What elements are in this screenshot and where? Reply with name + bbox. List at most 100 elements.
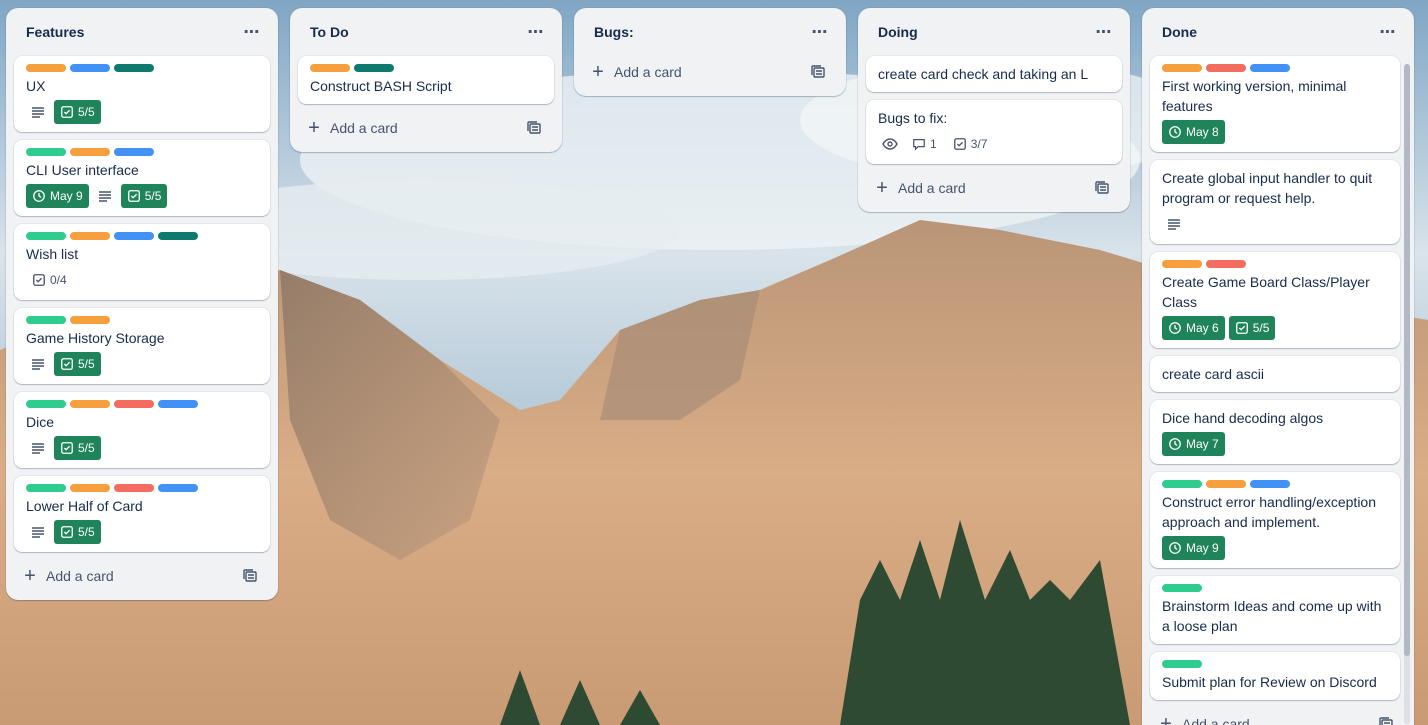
card-title: Construct error handling/exception appro… <box>1162 494 1377 530</box>
label-darkteal[interactable] <box>114 64 154 72</box>
template-icon[interactable] <box>522 116 546 140</box>
label-orange[interactable] <box>1206 480 1246 488</box>
description-icon <box>26 436 50 460</box>
label-blue[interactable] <box>114 232 154 240</box>
list-title[interactable]: Bugs: <box>594 24 634 40</box>
comments-count: 1 <box>930 137 937 151</box>
template-icon[interactable] <box>238 564 262 588</box>
label-green[interactable] <box>1162 584 1202 592</box>
label-darkteal[interactable] <box>354 64 394 72</box>
card-badges: May 7 <box>1162 432 1388 456</box>
card[interactable]: Construct error handling/exception appro… <box>1150 472 1400 568</box>
card[interactable]: Create Game Board Class/Player Class May … <box>1150 252 1400 348</box>
list-scrollbar[interactable] <box>1404 64 1410 724</box>
card-title: Wish list <box>26 246 79 262</box>
label-green[interactable] <box>26 232 66 240</box>
label-orange[interactable] <box>70 484 110 492</box>
card[interactable]: Submit plan for Review on Discord <box>1150 652 1400 700</box>
due-date-badge[interactable]: May 6 <box>1162 316 1225 340</box>
checklist-count: 5/5 <box>1252 321 1270 335</box>
checklist-icon <box>953 137 967 151</box>
card[interactable]: Lower Half of Card 5/5 <box>14 476 270 552</box>
due-date-badge[interactable]: May 8 <box>1162 120 1225 144</box>
add-card-button[interactable]: + Add a card <box>306 118 398 138</box>
label-blue[interactable] <box>158 400 198 408</box>
list-title[interactable]: Doing <box>878 24 918 40</box>
label-blue[interactable] <box>70 64 110 72</box>
add-card-button[interactable]: + Add a card <box>1158 714 1250 725</box>
card[interactable]: CLI User interface May 9 5/5 <box>14 140 270 216</box>
card[interactable]: Wish list 0/4 <box>14 224 270 300</box>
list-title[interactable]: Features <box>26 24 84 40</box>
card-title: Bugs to fix: <box>878 110 948 126</box>
label-blue[interactable] <box>1250 480 1290 488</box>
label-orange[interactable] <box>70 232 110 240</box>
add-card-label: Add a card <box>1182 716 1250 725</box>
due-date-badge[interactable]: May 7 <box>1162 432 1225 456</box>
list-menu-button[interactable]: ⋯ <box>1374 18 1402 46</box>
label-blue[interactable] <box>158 484 198 492</box>
label-red[interactable] <box>1206 260 1246 268</box>
list-header: Features ⋯ <box>14 8 270 56</box>
card[interactable]: Bugs to fix: 1 3/7 <box>866 100 1122 164</box>
add-card-button[interactable]: + Add a card <box>590 62 682 82</box>
plus-icon: + <box>24 565 36 587</box>
list-menu-button[interactable]: ⋯ <box>238 18 266 46</box>
ellipsis-icon: ⋯ <box>1379 24 1397 41</box>
scrollbar-thumb[interactable] <box>1404 64 1410 656</box>
due-date-text: May 9 <box>50 189 83 203</box>
card-title: Submit plan for Review on Discord <box>1162 674 1377 690</box>
label-darkteal[interactable] <box>158 232 198 240</box>
card-labels <box>1162 584 1388 592</box>
due-date-badge[interactable]: May 9 <box>26 184 89 208</box>
label-green[interactable] <box>26 316 66 324</box>
label-orange[interactable] <box>70 316 110 324</box>
card[interactable]: Construct BASH Script <box>298 56 554 104</box>
card-title: Construct BASH Script <box>310 78 452 94</box>
label-orange[interactable] <box>70 400 110 408</box>
label-red[interactable] <box>1206 64 1246 72</box>
label-orange[interactable] <box>310 64 350 72</box>
list-doing: Doing ⋯ create card check and taking an L B… <box>858 8 1130 212</box>
card[interactable]: Create global input handler to quit prog… <box>1150 160 1400 244</box>
checklist-icon <box>1235 321 1249 335</box>
label-green[interactable] <box>26 148 66 156</box>
label-orange[interactable] <box>1162 64 1202 72</box>
add-card-button[interactable]: + Add a card <box>22 566 114 586</box>
due-date-badge[interactable]: May 9 <box>1162 536 1225 560</box>
template-icon[interactable] <box>1090 176 1114 200</box>
card[interactable]: Dice 5/5 <box>14 392 270 468</box>
list-menu-button[interactable]: ⋯ <box>806 18 834 46</box>
card[interactable]: Dice hand decoding algos May 7 <box>1150 400 1400 464</box>
card-labels <box>310 64 542 72</box>
card-labels <box>1162 660 1388 668</box>
card[interactable]: Game History Storage 5/5 <box>14 308 270 384</box>
list-menu-button[interactable]: ⋯ <box>522 18 550 46</box>
comment-icon <box>912 137 926 151</box>
label-blue[interactable] <box>1250 64 1290 72</box>
list-title[interactable]: Done <box>1162 24 1197 40</box>
card[interactable]: create card ascii <box>1150 356 1400 392</box>
label-orange[interactable] <box>1162 260 1202 268</box>
add-card-row: + Add a card <box>298 112 554 144</box>
card[interactable]: Brainstorm Ideas and come up with a loos… <box>1150 576 1400 644</box>
list-menu-button[interactable]: ⋯ <box>1090 18 1118 46</box>
card[interactable]: UX 5/5 <box>14 56 270 132</box>
checklist-count: 5/5 <box>144 189 162 203</box>
label-red[interactable] <box>114 400 154 408</box>
template-icon[interactable] <box>806 60 830 84</box>
label-red[interactable] <box>114 484 154 492</box>
label-orange[interactable] <box>70 148 110 156</box>
list-title[interactable]: To Do <box>310 24 349 40</box>
template-icon[interactable] <box>1374 712 1398 725</box>
label-green[interactable] <box>1162 480 1202 488</box>
label-blue[interactable] <box>114 148 154 156</box>
add-card-button[interactable]: + Add a card <box>874 178 966 198</box>
card[interactable]: create card check and taking an L <box>866 56 1122 92</box>
card[interactable]: First working version, minimal features M… <box>1150 56 1400 152</box>
card-list: First working version, minimal features M… <box>1150 56 1400 700</box>
label-orange[interactable] <box>26 64 66 72</box>
label-green[interactable] <box>26 400 66 408</box>
label-green[interactable] <box>1162 660 1202 668</box>
label-green[interactable] <box>26 484 66 492</box>
